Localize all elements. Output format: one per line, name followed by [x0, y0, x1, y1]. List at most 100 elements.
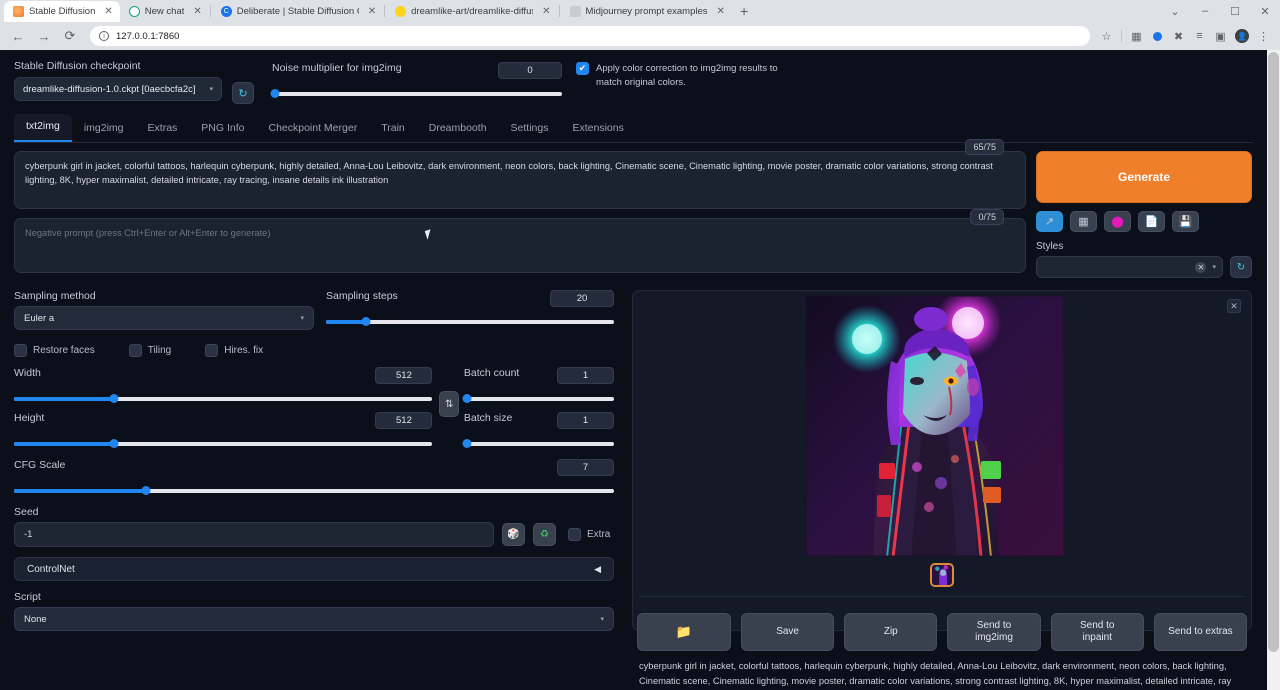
close-icon[interactable]: ✕ — [104, 7, 112, 17]
profile-sync-icon[interactable] — [1151, 30, 1164, 43]
tab-dreambooth[interactable]: Dreambooth — [417, 116, 499, 142]
slider-knob[interactable] — [362, 317, 371, 326]
apply-style-button[interactable]: ↻ — [1230, 256, 1252, 278]
width-value[interactable]: 512 — [375, 367, 432, 384]
reading-list-icon[interactable]: ≡ — [1193, 30, 1206, 42]
sampling-steps-slider[interactable] — [326, 319, 614, 325]
close-icon[interactable]: ✕ — [717, 7, 725, 17]
noise-multiplier-value[interactable]: 0 — [498, 62, 562, 79]
extra-checkbox[interactable] — [568, 528, 581, 541]
slider-knob[interactable] — [462, 439, 471, 448]
star-icon[interactable]: ☆ — [1100, 30, 1113, 43]
zip-button[interactable]: Zip — [844, 613, 937, 651]
sidepanel-icon[interactable]: ▣ — [1214, 30, 1227, 43]
browser-tab-new-chat[interactable]: New chat ✕ — [120, 1, 209, 22]
save-button[interactable]: Save — [741, 613, 834, 651]
send-to-extras-button[interactable]: Send to extras — [1154, 613, 1247, 651]
slider-knob[interactable] — [110, 439, 119, 448]
collapse-icon[interactable]: ⌄ — [1160, 0, 1190, 22]
minimize-icon[interactable]: – — [1190, 0, 1220, 22]
batch-count-value[interactable]: 1 — [557, 367, 614, 384]
cfg-scale-slider[interactable] — [14, 488, 614, 494]
batch-size-value[interactable]: 1 — [557, 412, 614, 429]
height-slider[interactable] — [14, 441, 432, 447]
page-scrollbar[interactable] — [1267, 50, 1280, 690]
browser-tab-midjourney[interactable]: Midjourney prompt examples : L ✕ — [561, 1, 732, 22]
new-tab-button[interactable]: + — [732, 1, 756, 21]
slider-knob[interactable] — [462, 394, 471, 403]
tab-checkpoint-merger[interactable]: Checkpoint Merger — [256, 116, 369, 142]
checkpoint-select[interactable]: dreamlike-diffusion-1.0.ckpt [0aecbcfa2c… — [14, 77, 222, 101]
dice-icon[interactable]: 🎲 — [502, 523, 525, 546]
height-value[interactable]: 512 — [375, 412, 432, 429]
recycle-icon[interactable]: ♻ — [533, 523, 556, 546]
maximize-icon[interactable]: ☐ — [1220, 0, 1250, 22]
swap-dimensions-icon[interactable]: ⇅ — [439, 391, 458, 417]
negative-prompt-token-counter: 0/75 — [970, 209, 1004, 225]
tiling-checkbox[interactable] — [129, 344, 142, 357]
tab-txt2img[interactable]: txt2img — [14, 114, 72, 142]
script-select[interactable]: None ▾ — [14, 607, 614, 631]
hires-fix-option[interactable]: Hires. fix — [205, 344, 263, 357]
browser-tab-dreamlike[interactable]: dreamlike-art/dreamlike-diffusio ✕ — [386, 1, 557, 22]
batch-count-slider[interactable] — [464, 396, 614, 402]
hires-fix-checkbox[interactable] — [205, 344, 218, 357]
clear-styles-icon[interactable]: ✕ — [1195, 262, 1206, 273]
extra-option[interactable]: Extra — [568, 528, 610, 541]
save-style-icon[interactable]: 💾 — [1172, 211, 1199, 232]
close-icon[interactable]: ✕ — [193, 7, 201, 17]
browser-tab-stable-diffusion[interactable]: Stable Diffusion ✕ — [4, 1, 120, 22]
read-generation-params-icon[interactable]: ⬤ — [1104, 211, 1131, 232]
send-to-inpaint-button[interactable]: Send to inpaint — [1051, 613, 1144, 651]
page-scrollbar-thumb[interactable] — [1268, 52, 1279, 652]
generated-image[interactable] — [805, 295, 1065, 557]
extensions-icon[interactable]: ▦ — [1130, 30, 1143, 43]
prompt-input[interactable]: cyberpunk girl in jacket, colorful tatto… — [14, 151, 1026, 209]
puzzle-icon[interactable]: ✖ — [1172, 30, 1185, 43]
tab-png-info[interactable]: PNG Info — [189, 116, 256, 142]
color-correction-checkbox[interactable]: ✔ — [576, 62, 589, 75]
send-to-img2img-button[interactable]: Send to img2img — [947, 613, 1040, 651]
clear-prompt-icon[interactable]: ▦ — [1070, 211, 1097, 232]
slider-knob[interactable] — [270, 89, 279, 98]
tab-divider — [384, 5, 385, 17]
refresh-checkpoints-button[interactable]: ↻ — [232, 82, 254, 104]
gallery-thumbnail[interactable] — [930, 563, 954, 587]
window-close-icon[interactable]: ✕ — [1250, 0, 1280, 22]
restore-faces-option[interactable]: Restore faces — [14, 344, 95, 357]
controlnet-accordion[interactable]: ControlNet ◀ — [14, 557, 614, 581]
close-icon[interactable]: ✕ — [368, 7, 376, 17]
paste-icon[interactable]: 📄 — [1138, 211, 1165, 232]
tab-settings[interactable]: Settings — [499, 116, 561, 142]
close-image-icon[interactable]: ✕ — [1227, 299, 1241, 313]
tiling-option[interactable]: Tiling — [129, 344, 172, 357]
open-folder-button[interactable]: 📁 — [637, 613, 731, 651]
tab-img2img[interactable]: img2img — [72, 116, 136, 142]
tab-extensions[interactable]: Extensions — [560, 116, 635, 142]
generate-button[interactable]: Generate — [1036, 151, 1252, 203]
close-icon[interactable]: ✕ — [542, 7, 550, 17]
more-menu-icon[interactable]: ⋮ — [1257, 30, 1270, 43]
slider-knob[interactable] — [110, 394, 119, 403]
browser-tab-deliberate[interactable]: C Deliberate | Stable Diffusion Che ✕ — [212, 1, 383, 22]
batch-size-slider[interactable] — [464, 441, 614, 447]
address-bar[interactable]: i 127.0.0.1:7860 — [90, 26, 1090, 46]
sampling-steps-value[interactable]: 20 — [550, 290, 614, 307]
tab-train[interactable]: Train — [369, 116, 417, 142]
sampling-method-select[interactable]: Euler a ▾ — [14, 306, 314, 330]
forward-icon[interactable]: → — [34, 29, 54, 44]
slider-knob[interactable] — [142, 486, 151, 495]
width-slider[interactable] — [14, 396, 432, 402]
negative-prompt-input[interactable]: Negative prompt (press Ctrl+Enter or Alt… — [14, 218, 1026, 273]
back-icon[interactable]: ← — [8, 29, 28, 44]
site-info-icon[interactable]: i — [99, 31, 109, 41]
reload-icon[interactable]: ⟳ — [60, 28, 80, 44]
restore-faces-checkbox[interactable] — [14, 344, 27, 357]
styles-select[interactable]: ✕ ▾ — [1036, 256, 1223, 278]
seed-input[interactable]: -1 — [14, 522, 494, 547]
noise-multiplier-slider[interactable] — [272, 91, 562, 97]
restore-progress-icon[interactable]: ↗ — [1036, 211, 1063, 232]
tab-extras[interactable]: Extras — [136, 116, 190, 142]
account-avatar-icon[interactable]: 👤 — [1235, 29, 1249, 43]
cfg-scale-value[interactable]: 7 — [557, 459, 614, 476]
